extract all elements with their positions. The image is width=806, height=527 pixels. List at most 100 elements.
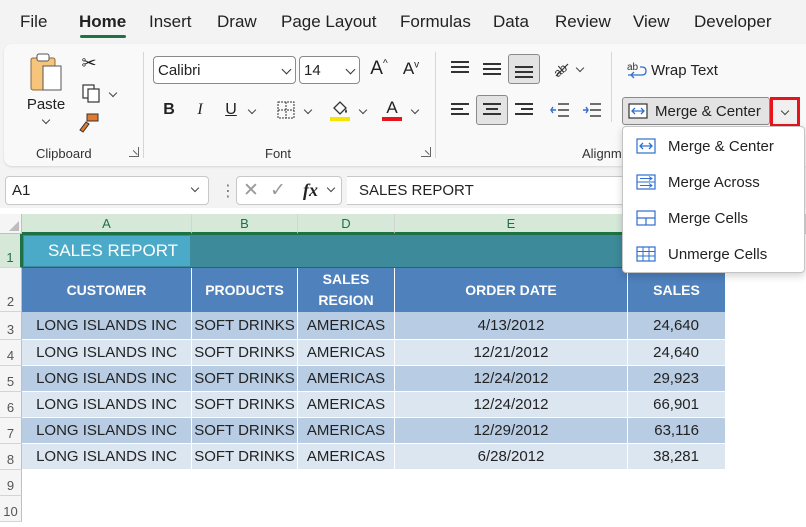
cell-customer[interactable]: LONG ISLANDS INC <box>22 340 192 366</box>
row-header-7[interactable]: 7 <box>0 418 22 444</box>
fill-color-button[interactable] <box>328 96 352 124</box>
underline-dropdown[interactable] <box>246 104 258 116</box>
borders-dropdown[interactable] <box>302 104 314 116</box>
cell-products[interactable]: SOFT DRINKS <box>192 340 298 366</box>
menu-item-merge-across[interactable]: Merge Across <box>623 164 804 200</box>
font-color-dropdown[interactable] <box>409 104 421 116</box>
cell-sales[interactable]: 29,923 <box>628 366 726 392</box>
cell-order-date[interactable]: 12/24/2012 <box>395 392 628 418</box>
cell-products[interactable]: SOFT DRINKS <box>192 312 298 340</box>
cell-customer[interactable]: LONG ISLANDS INC <box>22 392 192 418</box>
cell-products[interactable]: SOFT DRINKS <box>192 392 298 418</box>
tab-view[interactable]: View <box>633 12 670 32</box>
tab-review[interactable]: Review <box>555 12 611 32</box>
bottom-align-button[interactable] <box>508 54 540 84</box>
tab-file[interactable]: File <box>20 12 47 32</box>
bold-button[interactable]: B <box>158 98 180 122</box>
font-name-select[interactable]: Calibri <box>153 56 296 84</box>
row-header-6[interactable]: 6 <box>0 392 22 418</box>
top-align-button[interactable] <box>448 56 472 80</box>
select-all-corner[interactable] <box>0 214 22 234</box>
decrease-font-button[interactable]: Av <box>399 57 423 81</box>
cell-order-date[interactable]: 12/21/2012 <box>395 340 628 366</box>
cell-customer[interactable]: LONG ISLANDS INC <box>22 312 192 340</box>
merge-center-dropdown-button[interactable] <box>770 97 800 127</box>
cell-sales[interactable]: 66,901 <box>628 392 726 418</box>
borders-button[interactable] <box>274 98 298 122</box>
tab-developer[interactable]: Developer <box>694 12 772 32</box>
row-header-1[interactable]: 1 <box>0 234 22 268</box>
cell-sales[interactable]: 24,640 <box>628 340 726 366</box>
tab-draw[interactable]: Draw <box>217 12 257 32</box>
cut-button[interactable]: ✂ <box>78 52 100 74</box>
fill-color-dropdown[interactable] <box>357 104 369 116</box>
cell-customer[interactable]: LONG ISLANDS INC <box>22 366 192 392</box>
menu-item-merge-center[interactable]: Merge & Center <box>623 128 804 164</box>
tab-page-layout[interactable]: Page Layout <box>281 12 376 32</box>
column-header-e[interactable]: E <box>395 214 628 234</box>
row-header-5[interactable]: 5 <box>0 366 22 392</box>
formula-input[interactable]: SALES REPORT <box>347 176 627 205</box>
cell-order-date[interactable]: 6/28/2012 <box>395 444 628 470</box>
cell-sales-region[interactable]: AMERICAS <box>298 418 395 444</box>
cell-sales-region[interactable]: AMERICAS <box>298 444 395 470</box>
paste-button[interactable]: Paste <box>24 52 68 126</box>
align-left-button[interactable] <box>448 98 472 122</box>
insert-function-button[interactable]: fx <box>303 180 318 201</box>
orientation-button[interactable]: ab <box>548 56 572 80</box>
clipboard-launcher-icon[interactable] <box>129 147 139 157</box>
column-header-d[interactable]: D <box>298 214 395 234</box>
cell-order-date[interactable]: 12/24/2012 <box>395 366 628 392</box>
cell-sales[interactable]: 38,281 <box>628 444 726 470</box>
align-right-button[interactable] <box>512 98 536 122</box>
tab-insert[interactable]: Insert <box>149 12 192 32</box>
font-size-select[interactable]: 14 <box>299 56 360 84</box>
cell-sales[interactable]: 63,116 <box>628 418 726 444</box>
row-header-9[interactable]: 9 <box>0 470 22 496</box>
column-header-a[interactable]: A <box>22 214 192 234</box>
tab-home[interactable]: Home <box>79 12 126 32</box>
header-sales[interactable]: SALES <box>628 268 726 312</box>
decrease-indent-button[interactable] <box>548 98 572 122</box>
enter-icon[interactable]: ✓ <box>270 179 286 202</box>
increase-font-button[interactable]: A^ <box>367 57 391 81</box>
menu-item-merge-cells[interactable]: Merge Cells <box>623 200 804 236</box>
cell-products[interactable]: SOFT DRINKS <box>192 444 298 470</box>
cell-sales-region[interactable]: AMERICAS <box>298 366 395 392</box>
column-header-b[interactable]: B <box>192 214 298 234</box>
align-center-button[interactable] <box>476 95 508 125</box>
cell-sales-region[interactable]: AMERICAS <box>298 312 395 340</box>
cell-customer[interactable]: LONG ISLANDS INC <box>22 444 192 470</box>
wrap-text-button[interactable]: ab Wrap Text <box>626 58 736 82</box>
font-launcher-icon[interactable] <box>421 147 431 157</box>
header-products[interactable]: PRODUCTS <box>192 268 298 312</box>
cancel-icon[interactable]: ✕ <box>243 179 259 202</box>
middle-align-button[interactable] <box>480 56 504 80</box>
tab-formulas[interactable]: Formulas <box>400 12 471 32</box>
header-sales-region[interactable]: SALES REGION <box>298 268 395 312</box>
title-cell-a1[interactable]: SALES REPORT <box>24 236 190 266</box>
increase-indent-button[interactable] <box>580 98 604 122</box>
cell-products[interactable]: SOFT DRINKS <box>192 366 298 392</box>
font-color-button[interactable]: A <box>380 96 404 124</box>
header-order-date[interactable]: ORDER DATE <box>395 268 628 312</box>
cell-order-date[interactable]: 4/13/2012 <box>395 312 628 340</box>
header-customer[interactable]: CUSTOMER <box>22 268 192 312</box>
underline-button[interactable]: U <box>220 98 242 122</box>
cell-sales-region[interactable]: AMERICAS <box>298 340 395 366</box>
copy-button[interactable] <box>76 82 120 104</box>
merge-center-button[interactable]: Merge & Center <box>622 97 770 125</box>
cell-order-date[interactable]: 12/29/2012 <box>395 418 628 444</box>
row-header-8[interactable]: 8 <box>0 444 22 470</box>
menu-item-unmerge-cells[interactable]: Unmerge Cells <box>623 236 804 272</box>
format-painter-button[interactable] <box>78 112 100 134</box>
row-header-3[interactable]: 3 <box>0 312 22 340</box>
cell-sales[interactable]: 24,640 <box>628 312 726 340</box>
cell-products[interactable]: SOFT DRINKS <box>192 418 298 444</box>
cell-customer[interactable]: LONG ISLANDS INC <box>22 418 192 444</box>
italic-button[interactable]: I <box>189 98 211 122</box>
row-header-2[interactable]: 2 <box>0 268 22 312</box>
orientation-dropdown[interactable] <box>574 62 586 74</box>
row-header-10[interactable]: 10 <box>0 496 22 522</box>
row-header-4[interactable]: 4 <box>0 340 22 366</box>
